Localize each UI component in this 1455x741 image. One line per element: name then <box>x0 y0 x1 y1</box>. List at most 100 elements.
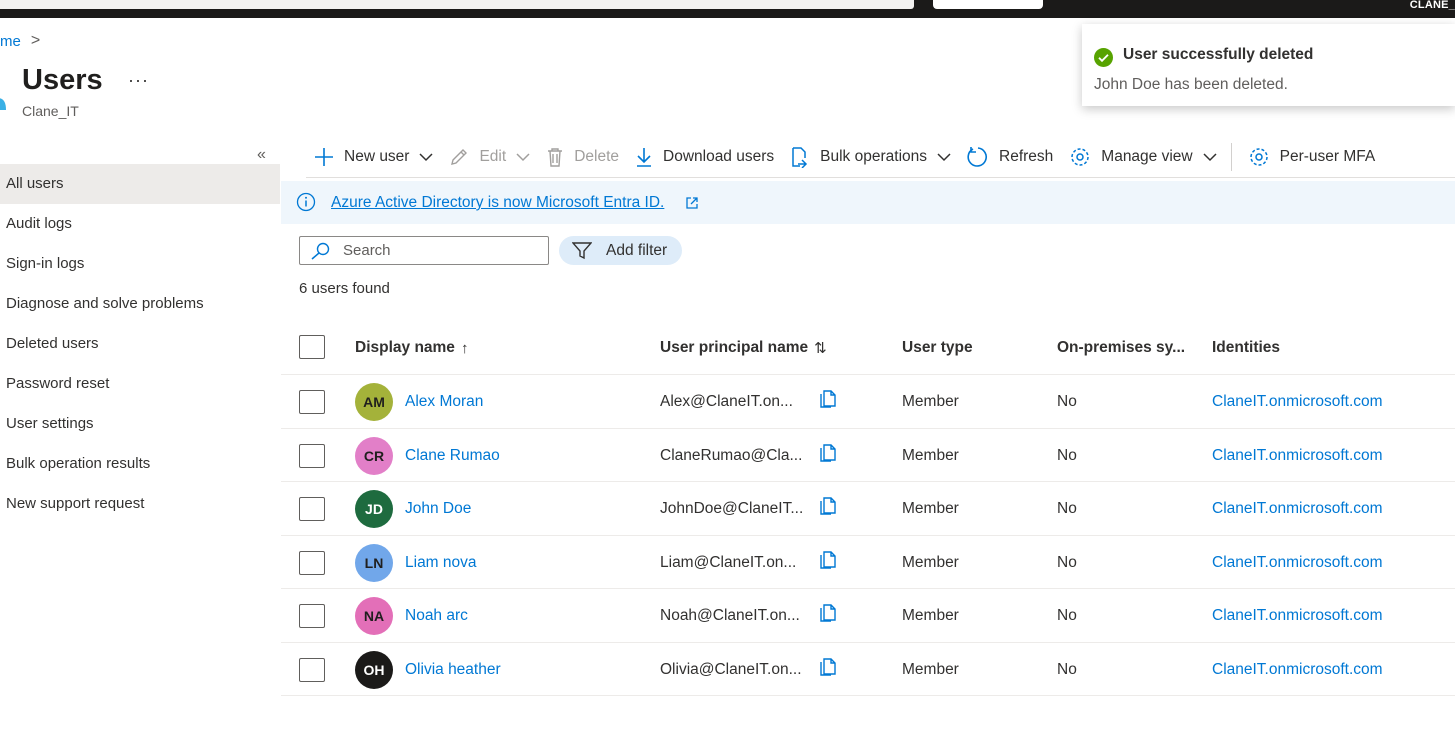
edit-button[interactable]: Edit <box>441 139 538 175</box>
info-banner: Azure Active Directory is now Microsoft … <box>281 181 1455 224</box>
user-name-link[interactable]: Liam nova <box>405 554 477 572</box>
command-bar: New user Edit Delete Download users Bulk… <box>306 138 1383 176</box>
copy-icon[interactable] <box>818 601 838 623</box>
row-checkbox[interactable] <box>299 390 325 414</box>
user-principal-name: JohnDoe@ClaneIT... <box>660 500 804 517</box>
users-icon <box>0 98 6 110</box>
sidebar-item-diagnose[interactable]: Diagnose and solve problems <box>0 284 280 324</box>
table-row[interactable]: AM Alex Moran Alex@ClaneIT.on... Member No Cl… <box>281 375 1455 429</box>
sidebar-item-password-reset[interactable]: Password reset <box>0 364 280 404</box>
column-upn[interactable]: User principal name ⇅ <box>660 339 827 357</box>
copy-icon[interactable] <box>818 494 838 516</box>
top-bar: CLANE_ <box>0 0 1455 18</box>
copy-icon[interactable] <box>818 441 838 463</box>
onprem-sync-value: No <box>1057 553 1077 571</box>
add-filter-label: Add filter <box>606 241 668 259</box>
manage-view-button[interactable]: Manage view <box>1061 139 1224 175</box>
gear-icon <box>1071 148 1090 166</box>
table-body: AM Alex Moran Alex@ClaneIT.on... Member No Cl… <box>281 375 1455 696</box>
delete-button[interactable]: Delete <box>538 139 627 175</box>
collapse-sidebar-button[interactable]: « <box>257 146 266 164</box>
table-row[interactable]: NA Noah arc Noah@ClaneIT.on... Member No Clan… <box>281 589 1455 643</box>
avatar: NA <box>355 597 393 635</box>
row-checkbox[interactable] <box>299 443 325 468</box>
user-type: Member <box>902 607 959 624</box>
column-onprem-sync[interactable]: On-premises sy... <box>1057 339 1185 357</box>
identity-link[interactable]: ClaneIT.onmicrosoft.com <box>1212 661 1383 679</box>
chevron-down-icon <box>516 153 530 162</box>
notification-message: John Doe has been deleted. <box>1094 76 1288 93</box>
onprem-sync-value: No <box>1057 393 1077 410</box>
breadcrumb-separator: > <box>30 32 41 49</box>
user-name-link[interactable]: Alex Moran <box>405 393 483 411</box>
user-name-link[interactable]: Olivia heather <box>405 661 501 679</box>
sidebar-item-support-request[interactable]: New support request <box>0 484 280 524</box>
plus-icon <box>315 148 333 166</box>
download-users-button[interactable]: Download users <box>627 139 782 175</box>
filter-icon <box>572 241 592 259</box>
bulk-operations-button[interactable]: Bulk operations <box>782 139 959 175</box>
copy-icon[interactable] <box>818 655 838 677</box>
user-type: Member <box>902 393 959 410</box>
download-icon <box>637 148 651 167</box>
sidebar-item-sign-in-logs[interactable]: Sign-in logs <box>0 244 280 284</box>
table-row[interactable]: CR Clane Rumao ClaneRumao@Cla... Member No Cl… <box>281 429 1455 482</box>
select-all-checkbox[interactable] <box>299 335 325 359</box>
sidebar-item-all-users[interactable]: All users <box>0 164 280 204</box>
table-row[interactable]: LN Liam nova Liam@ClaneIT.on... Member No Cla… <box>281 536 1455 589</box>
add-filter-button[interactable]: Add filter <box>559 236 682 265</box>
user-name-link[interactable]: John Doe <box>405 500 471 518</box>
identity-link[interactable]: ClaneIT.onmicrosoft.com <box>1212 607 1383 625</box>
sort-ascending-icon: ↑ <box>460 339 469 357</box>
copy-icon[interactable] <box>818 548 838 570</box>
column-display-name[interactable]: Display name ↑ <box>355 339 468 357</box>
user-name-link[interactable]: Noah arc <box>405 607 468 625</box>
tenant-label[interactable]: CLANE_ <box>1410 0 1455 11</box>
new-user-button[interactable]: New user <box>306 139 441 175</box>
row-checkbox[interactable] <box>299 604 325 628</box>
success-check-icon <box>1094 48 1113 67</box>
pencil-icon <box>451 149 468 165</box>
more-options-button[interactable]: ··· <box>128 70 149 91</box>
per-user-mfa-button[interactable]: Per-user MFA <box>1240 139 1384 175</box>
onprem-sync-value: No <box>1057 446 1077 464</box>
table-row[interactable]: OH Olivia heather Olivia@ClaneIT.on... Memb… <box>281 643 1455 696</box>
column-identities[interactable]: Identities <box>1212 339 1280 357</box>
external-link-icon[interactable] <box>685 196 699 210</box>
copilot-button[interactable] <box>933 0 1043 9</box>
breadcrumb-home-link[interactable]: me <box>0 33 21 50</box>
identity-link[interactable]: ClaneIT.onmicrosoft.com <box>1212 447 1383 465</box>
avatar: CR <box>355 436 393 475</box>
sort-icon: ⇅ <box>814 340 827 357</box>
refresh-button[interactable]: Refresh <box>959 139 1061 175</box>
copy-icon[interactable] <box>818 387 838 409</box>
row-checkbox[interactable] <box>299 497 325 521</box>
entra-rename-link[interactable]: Azure Active Directory is now Microsoft … <box>331 194 664 212</box>
notification-toast[interactable]: User successfully deleted John Doe has b… <box>1082 24 1455 106</box>
search-icon <box>311 242 330 260</box>
sidebar-item-audit-logs[interactable]: Audit logs <box>0 204 280 244</box>
identity-link[interactable]: ClaneIT.onmicrosoft.com <box>1212 500 1383 518</box>
onprem-sync-value: No <box>1057 607 1077 624</box>
search-input[interactable] <box>343 242 533 259</box>
user-type: Member <box>902 660 959 678</box>
per-user-mfa-label: Per-user MFA <box>1279 148 1376 165</box>
column-user-type[interactable]: User type <box>902 339 973 357</box>
identity-link[interactable]: ClaneIT.onmicrosoft.com <box>1212 554 1383 572</box>
sidebar-item-bulk-results[interactable]: Bulk operation results <box>0 444 280 484</box>
user-name-link[interactable]: Clane Rumao <box>405 447 500 465</box>
table-row[interactable]: JD John Doe JohnDoe@ClaneIT... Member No Clan… <box>281 482 1455 536</box>
manage-view-label: Manage view <box>1101 148 1193 165</box>
notification-title: User successfully deleted <box>1123 46 1314 63</box>
sidebar-item-deleted-users[interactable]: Deleted users <box>0 324 280 364</box>
row-checkbox[interactable] <box>299 550 325 575</box>
row-checkbox[interactable] <box>299 657 325 682</box>
user-type: Member <box>902 500 959 517</box>
search-box[interactable] <box>299 236 549 265</box>
user-principal-name: Noah@ClaneIT.on... <box>660 607 800 624</box>
identity-link[interactable]: ClaneIT.onmicrosoft.com <box>1212 393 1383 411</box>
sidebar-item-user-settings[interactable]: User settings <box>0 404 280 444</box>
global-search-box[interactable] <box>0 0 914 9</box>
new-user-label: New user <box>344 148 410 165</box>
info-icon <box>296 192 316 212</box>
